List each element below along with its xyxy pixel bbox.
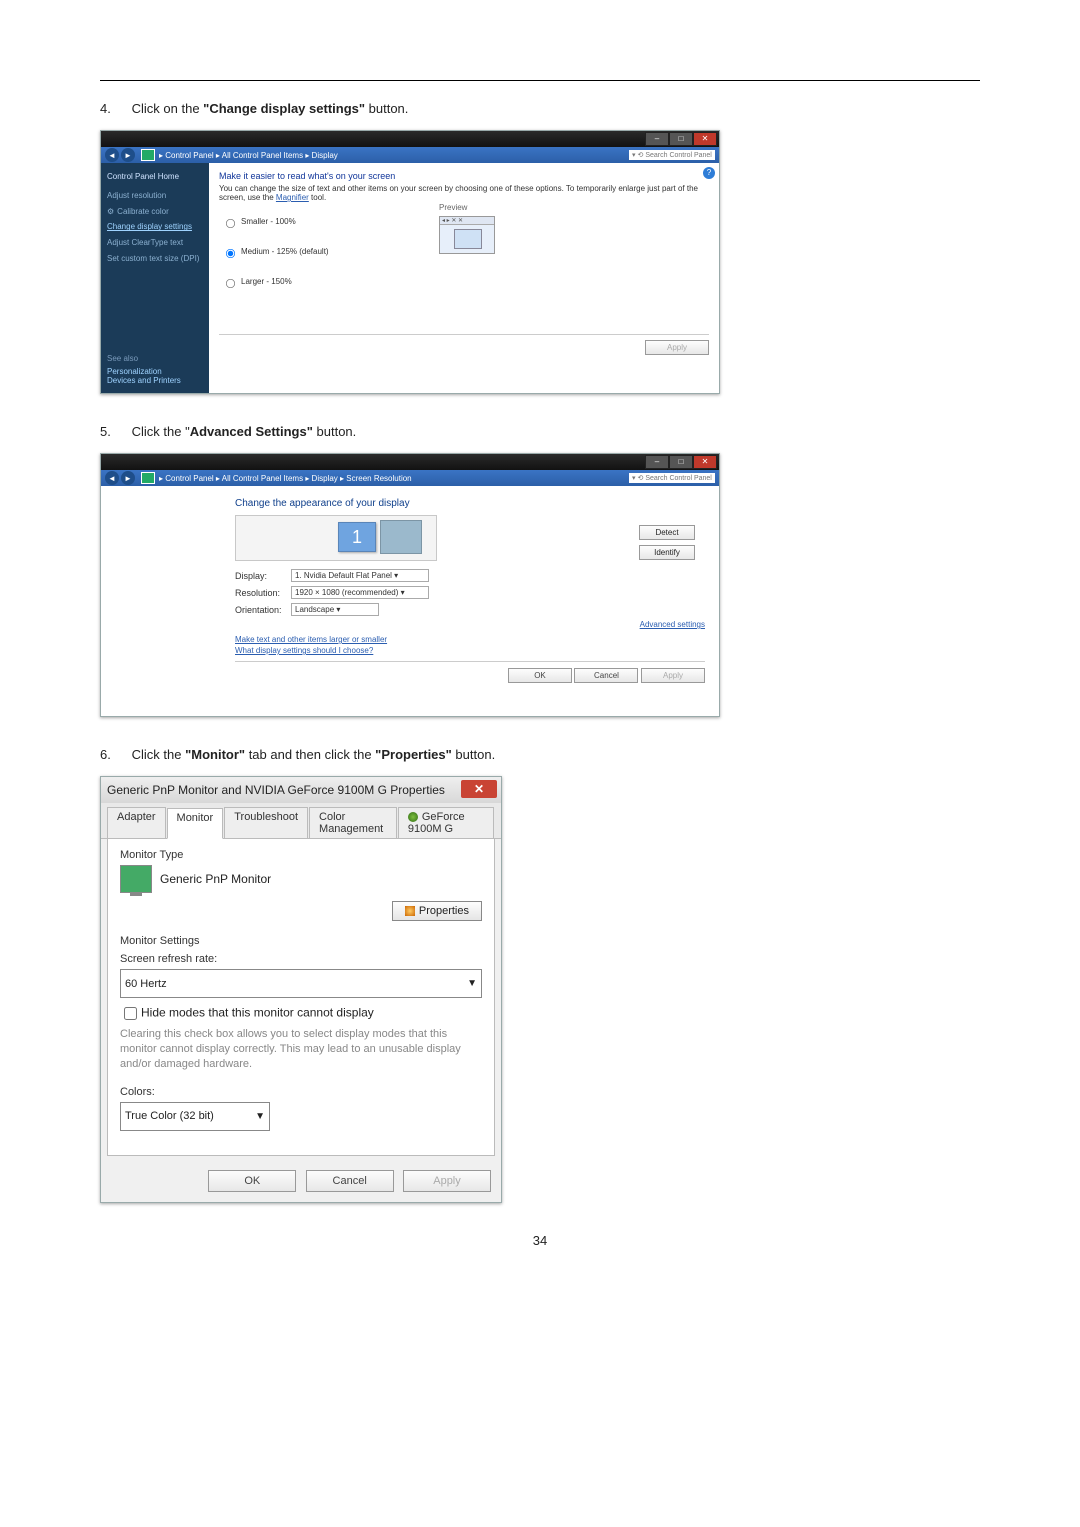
identify-button[interactable]: Identify <box>639 545 695 560</box>
apply-button[interactable]: Apply <box>645 340 709 355</box>
step-text: Click the "Advanced Settings" button. <box>132 424 357 439</box>
help-icon[interactable]: ? <box>703 167 715 179</box>
see-also: See also Personalization Devices and Pri… <box>101 346 209 393</box>
tab-adapter[interactable]: Adapter <box>107 807 166 838</box>
cancel-button[interactable]: Cancel <box>306 1170 394 1192</box>
main-pane: Change the appearance of your display 1 … <box>221 486 719 716</box>
monitor-icon <box>120 865 152 893</box>
pane-desc: You can change the size of text and othe… <box>219 184 709 202</box>
hide-modes-desc: Clearing this check box allows you to se… <box>120 1027 482 1072</box>
refresh-rate-select[interactable]: 60 Hertz▼ <box>120 969 482 998</box>
maximize-button[interactable]: □ <box>669 455 693 469</box>
sidebar-empty <box>101 486 221 716</box>
advanced-settings-link[interactable]: Advanced settings <box>640 620 705 629</box>
gear-icon: ⚙ <box>107 207 114 216</box>
detect-button[interactable]: Detect <box>639 525 695 540</box>
resolution-select[interactable]: 1920 × 1080 (recommended) ▾ <box>291 586 429 599</box>
colors-select[interactable]: True Color (32 bit)▼ <box>120 1102 270 1131</box>
screenshot-screen-resolution: – □ ✕ ◄ ► ▸ Control Panel ▸ All Control … <box>100 453 720 717</box>
breadcrumb[interactable]: ▸ Control Panel ▸ All Control Panel Item… <box>159 151 338 160</box>
radio-larger[interactable]: Larger - 150% <box>219 274 329 290</box>
screenshot-monitor-properties: Generic PnP Monitor and NVIDIA GeForce 9… <box>100 776 502 1203</box>
pane-heading: Make it easier to read what's on your sc… <box>219 171 709 181</box>
ok-button[interactable]: OK <box>508 668 572 683</box>
main-pane: ? Make it easier to read what's on your … <box>209 163 719 393</box>
monitor-2-icon[interactable] <box>380 520 422 554</box>
forward-icon[interactable]: ► <box>121 148 135 162</box>
apply-button[interactable]: Apply <box>403 1170 491 1192</box>
tab-strip: Adapter Monitor Troubleshoot Color Manag… <box>101 803 501 839</box>
tab-geforce[interactable]: GeForce 9100M G <box>398 807 494 838</box>
close-button[interactable]: ✕ <box>461 780 497 798</box>
back-icon[interactable]: ◄ <box>105 148 119 162</box>
apply-button[interactable]: Apply <box>641 668 705 683</box>
display-select[interactable]: 1. Nvidia Default Flat Panel ▾ <box>291 569 429 582</box>
sidebar-item[interactable]: ⚙Calibrate color <box>107 206 203 219</box>
tab-color-management[interactable]: Color Management <box>309 807 397 838</box>
chevron-down-icon: ▼ <box>467 978 477 989</box>
radio-smaller[interactable]: Smaller - 100% <box>219 214 329 230</box>
colors-label: Colors: <box>120 1086 482 1098</box>
monitor-1-icon[interactable]: 1 <box>338 522 376 552</box>
page-number: 34 <box>100 1233 980 1248</box>
sidebar-home[interactable]: Control Panel Home <box>107 171 203 184</box>
properties-button[interactable]: Properties <box>392 901 482 921</box>
close-button[interactable]: ✕ <box>693 132 717 146</box>
see-also-item[interactable]: Personalization <box>107 367 203 376</box>
help-link[interactable]: What display settings should I choose? <box>235 646 705 655</box>
window-titlebar: – □ ✕ <box>101 454 719 470</box>
step-text: Click the "Monitor" tab and then click t… <box>132 747 496 762</box>
top-rule <box>100 80 980 81</box>
monitor-name: Generic PnP Monitor <box>160 872 271 886</box>
dialog-title: Generic PnP Monitor and NVIDIA GeForce 9… <box>101 777 501 803</box>
radio-medium[interactable]: Medium - 125% (default) <box>219 244 329 260</box>
sidebar-item[interactable]: Adjust resolution <box>107 190 203 203</box>
step-number: 5. <box>100 424 128 439</box>
magnifier-link[interactable]: Magnifier <box>276 193 309 202</box>
search-input[interactable]: ▾ ⟲Search Control Panel <box>629 473 715 483</box>
sidebar-item[interactable]: Set custom text size (DPI) <box>107 253 203 266</box>
chevron-down-icon: ▼ <box>255 1111 265 1122</box>
ok-button[interactable]: OK <box>208 1170 296 1192</box>
control-panel-icon <box>141 472 155 484</box>
step-text: Click on the "Change display settings" b… <box>132 101 409 116</box>
refresh-label: Screen refresh rate: <box>120 953 482 965</box>
preview-pane: Preview ◂ ▸ ✕ ✕ <box>439 203 495 254</box>
search-input[interactable]: ▾ ⟲Search Control Panel <box>629 150 715 160</box>
address-bar: ◄ ► ▸ Control Panel ▸ All Control Panel … <box>101 470 719 486</box>
pane-heading: Change the appearance of your display <box>235 498 705 509</box>
minimize-button[interactable]: – <box>645 132 669 146</box>
text-size-link[interactable]: Make text and other items larger or smal… <box>235 635 705 644</box>
maximize-button[interactable]: □ <box>669 132 693 146</box>
close-button[interactable]: ✕ <box>693 455 717 469</box>
display-preview: 1 <box>235 515 437 561</box>
step-number: 6. <box>100 747 128 762</box>
address-bar: ◄ ► ▸ Control Panel ▸ All Control Panel … <box>101 147 719 163</box>
orientation-select[interactable]: Landscape ▾ <box>291 603 379 616</box>
control-panel-icon <box>141 149 155 161</box>
monitor-type-label: Monitor Type <box>120 849 482 861</box>
step-number: 4. <box>100 101 128 116</box>
sidebar-item[interactable]: Adjust ClearType text <box>107 237 203 250</box>
nvidia-icon <box>408 812 418 822</box>
hide-modes-checkbox[interactable]: Hide modes that this monitor cannot disp… <box>120 1004 482 1023</box>
tab-monitor[interactable]: Monitor <box>167 808 224 839</box>
monitor-icon <box>454 229 482 249</box>
see-also-item[interactable]: Devices and Printers <box>107 376 203 385</box>
forward-icon[interactable]: ► <box>121 471 135 485</box>
breadcrumb[interactable]: ▸ Control Panel ▸ All Control Panel Item… <box>159 474 412 483</box>
tab-troubleshoot[interactable]: Troubleshoot <box>224 807 308 838</box>
screenshot-display-settings: – □ ✕ ◄ ► ▸ Control Panel ▸ All Control … <box>100 130 720 394</box>
cancel-button[interactable]: Cancel <box>574 668 638 683</box>
sidebar-item-change-display[interactable]: Change display settings <box>107 221 203 234</box>
back-icon[interactable]: ◄ <box>105 471 119 485</box>
shield-icon <box>405 906 415 916</box>
minimize-button[interactable]: – <box>645 455 669 469</box>
monitor-settings-label: Monitor Settings <box>120 935 482 947</box>
window-titlebar: – □ ✕ <box>101 131 719 147</box>
